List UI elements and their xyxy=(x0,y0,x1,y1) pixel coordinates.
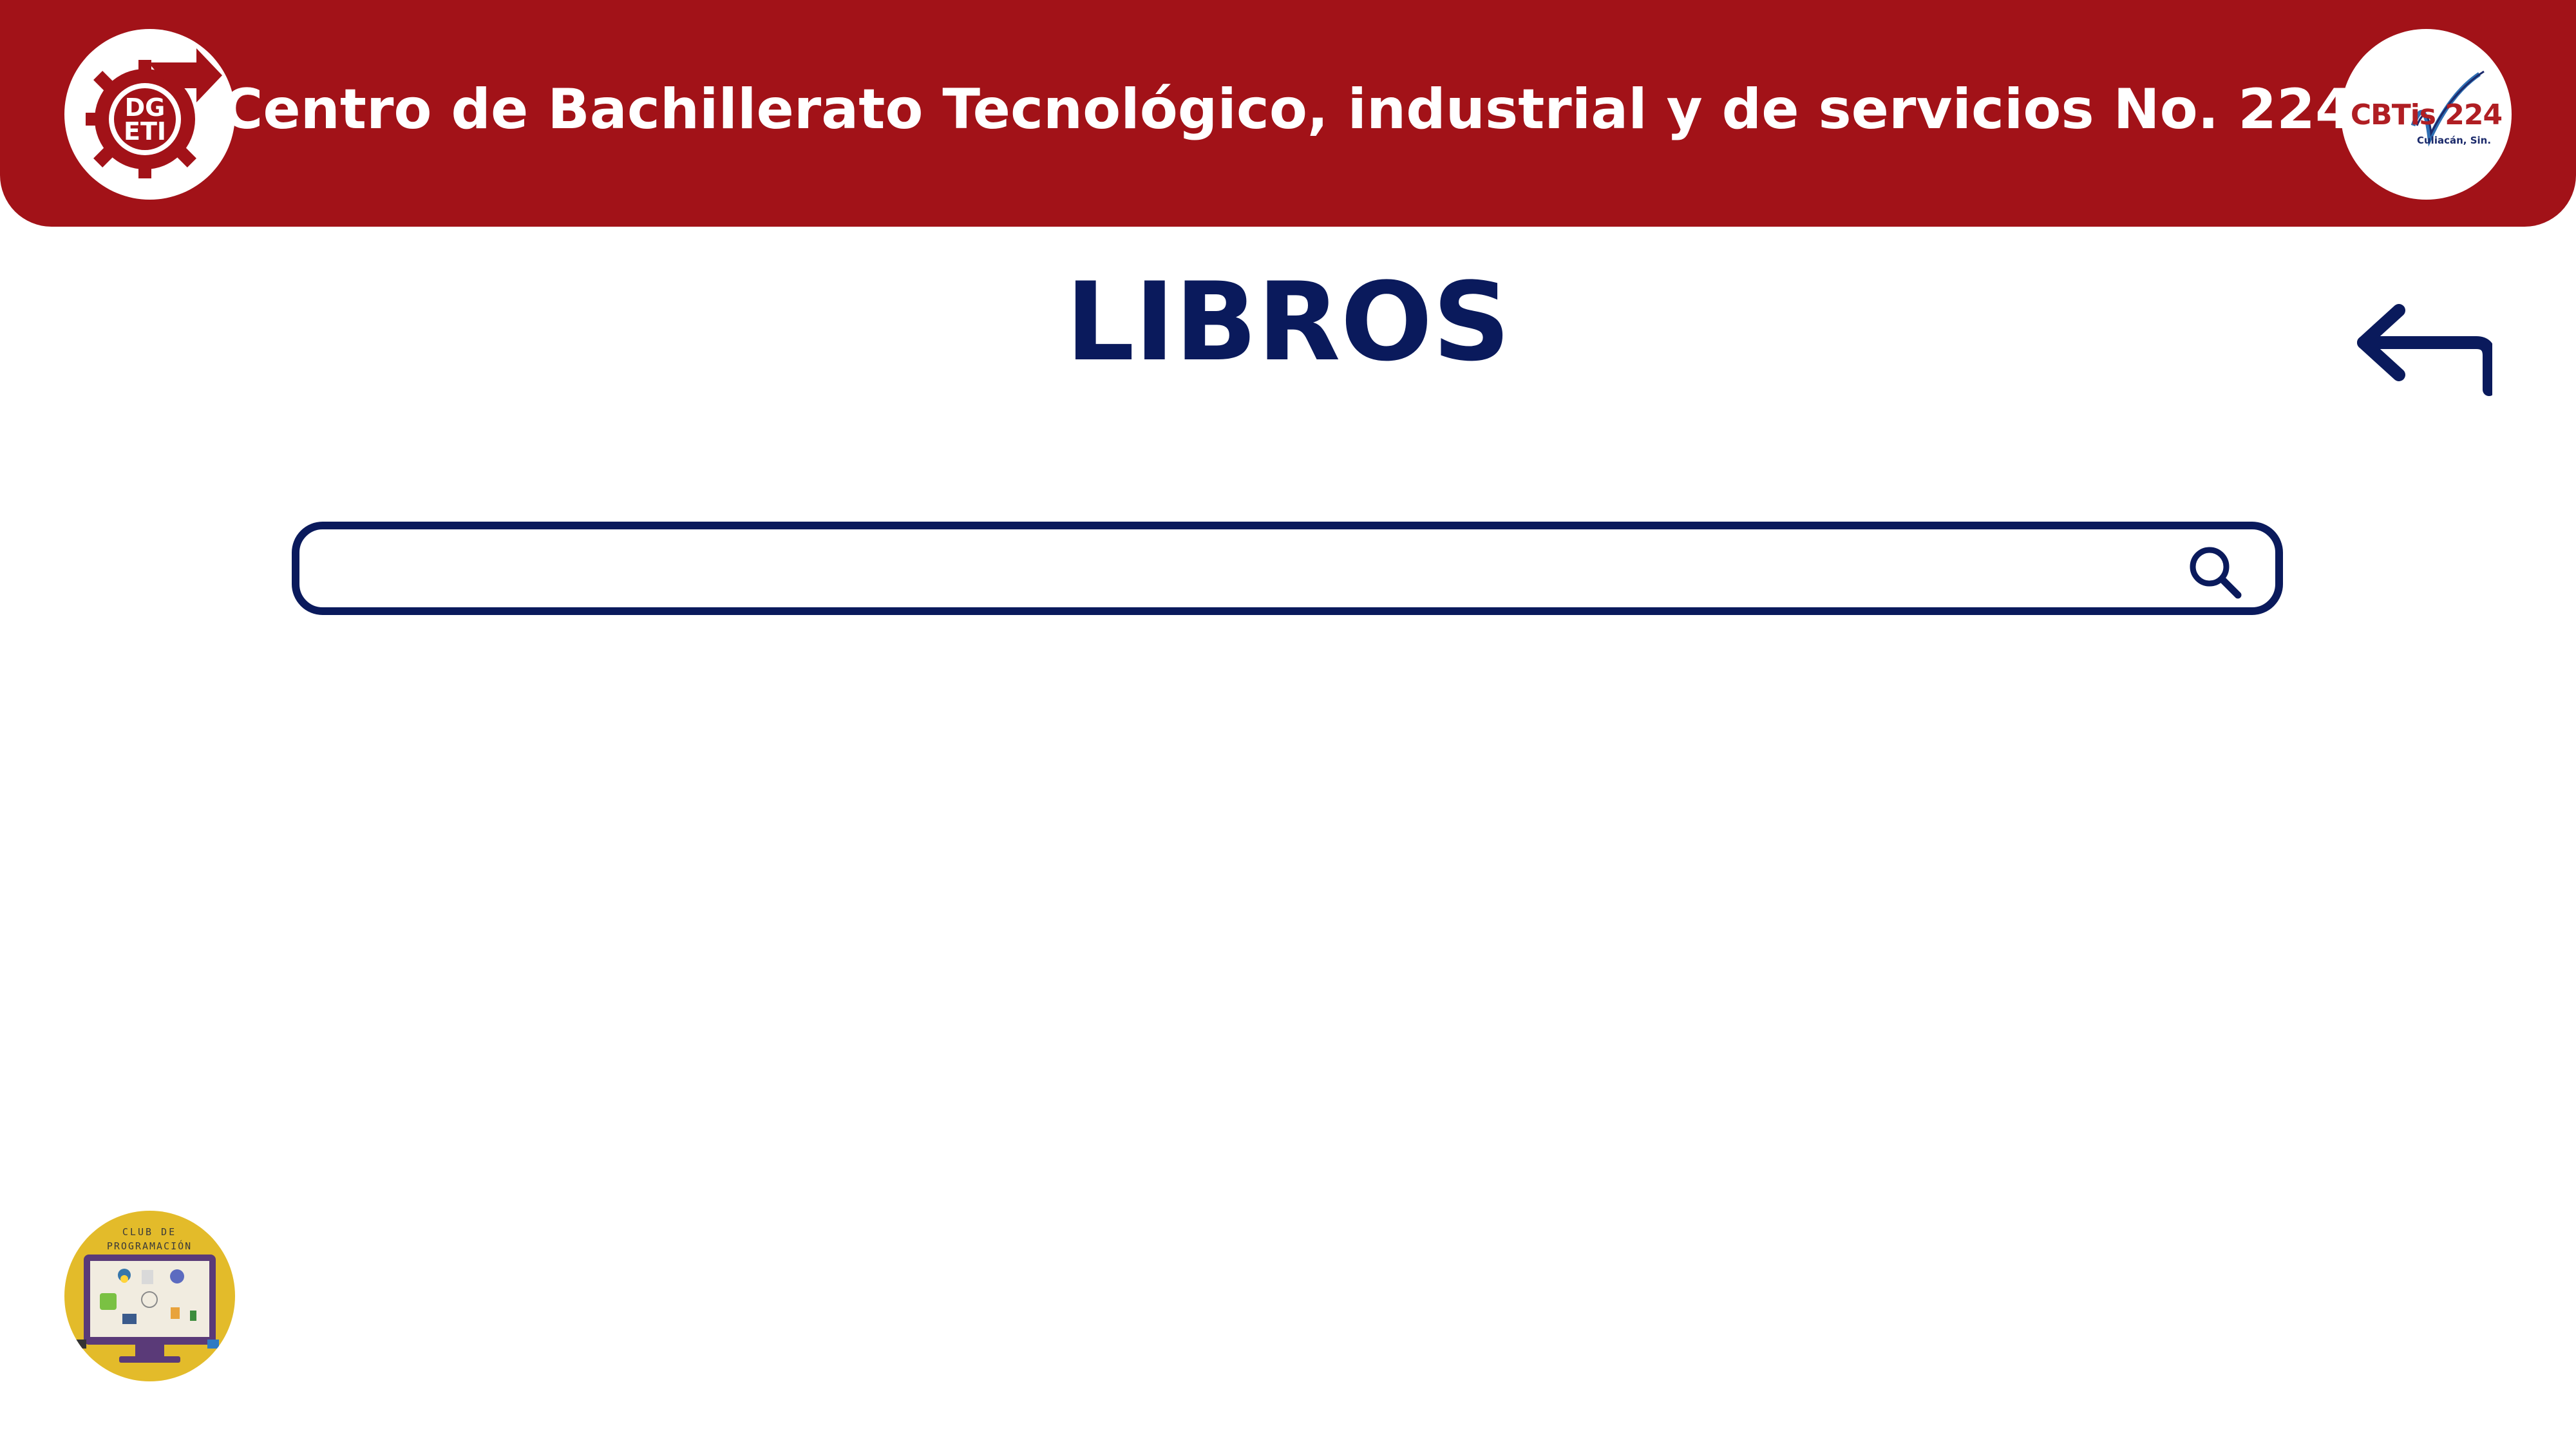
return-arrow-icon xyxy=(2357,304,2496,396)
page-title: LIBROS xyxy=(1065,259,1511,385)
dgeti-logo: DG ETI xyxy=(64,29,235,200)
page: DG ETI Centro de Bachillerato Tecnológic… xyxy=(0,0,2576,1449)
search-input[interactable] xyxy=(325,536,2183,601)
back-button[interactable] xyxy=(2351,299,2496,402)
header-bar: DG ETI Centro de Bachillerato Tecnológic… xyxy=(0,0,2576,227)
svg-text:PROGRAMACIÓN: PROGRAMACIÓN xyxy=(107,1240,192,1252)
search-icon[interactable] xyxy=(2186,544,2244,601)
cbtis-logo-text: CBTis 224 xyxy=(2350,99,2503,131)
search-bar xyxy=(292,522,2283,615)
club-de-programacion-logo: CLUB DE PROGRAMACIÓN xyxy=(64,1211,235,1381)
cbtis-224-logo: CBTis 224 Culiacán, Sin. xyxy=(2341,29,2512,200)
header-title: Centro de Bachillerato Tecnológico, indu… xyxy=(222,77,2354,142)
svg-text:CLUB DE: CLUB DE xyxy=(122,1226,176,1238)
cbtis-logo-subtext: Culiacán, Sin. xyxy=(2417,135,2492,146)
svg-text:ETI: ETI xyxy=(124,117,166,146)
